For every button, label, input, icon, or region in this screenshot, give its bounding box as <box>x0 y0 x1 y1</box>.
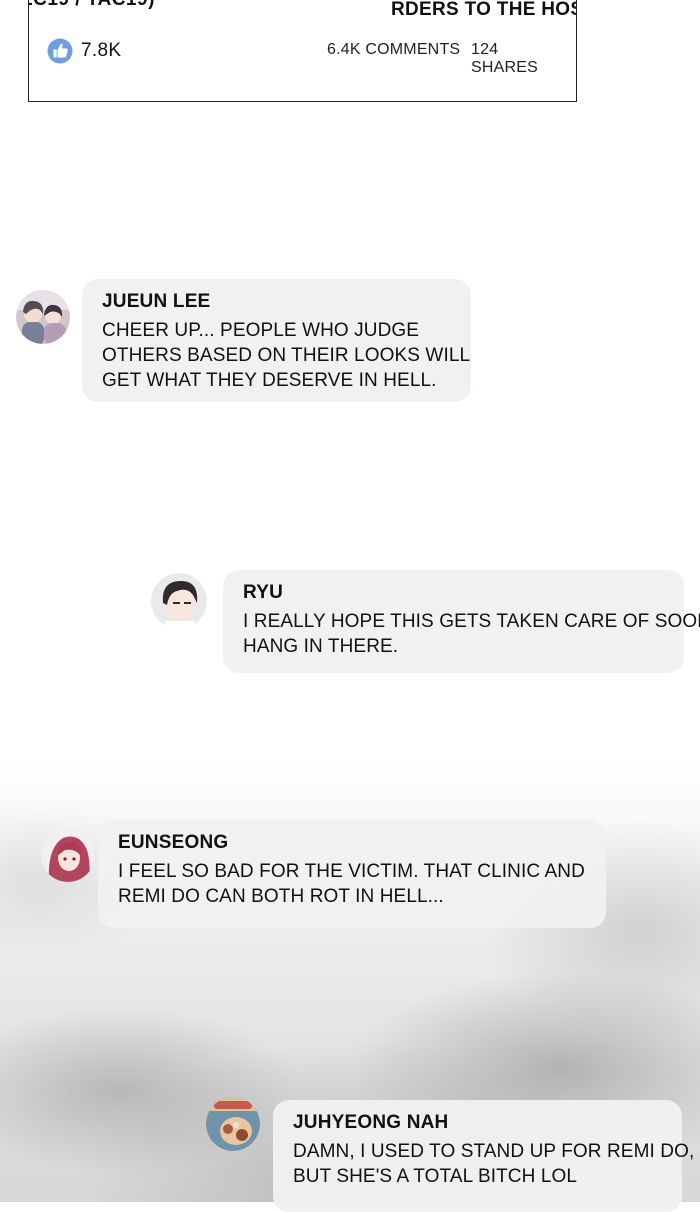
avatar[interactable] <box>206 1097 260 1151</box>
commenter-name[interactable]: RYU <box>243 582 666 604</box>
comment-line: CHEER UP... PEOPLE WHO JUDGE <box>102 320 420 341</box>
comment-line: I REALLY HOPE THIS GETS TAKEN CARE OF SO… <box>243 611 700 632</box>
comment-bubble: EUNSEONG I FEEL SO BAD FOR THE VICTIM. T… <box>98 820 606 928</box>
comments-count[interactable]: 6.4K COMMENTS <box>327 41 460 59</box>
comment-line: DAMN, I USED TO STAND UP FOR REMI DO, <box>293 1141 695 1162</box>
comment-line: GET WHAT THEY DESERVE IN HELL. <box>102 370 437 391</box>
avatar[interactable] <box>41 828 95 882</box>
comment-bubble: RYU I REALLY HOPE THIS GETS TAKEN CARE O… <box>223 570 700 673</box>
thumbs-up-icon[interactable] <box>47 38 73 64</box>
comment-line: I FEEL SO BAD FOR THE VICTIM. THAT CLINI… <box>118 861 585 882</box>
commenter-name[interactable]: JUEUN LEE <box>102 291 453 313</box>
comment-line: OTHERS BASED ON THEIR LOOKS WILL <box>102 345 471 366</box>
like-count: 7.8K <box>81 40 122 61</box>
post-title-fragment-left: LC19 / TAC19) <box>29 0 155 11</box>
comment-text: CHEER UP... PEOPLE WHO JUDGE OTHERS BASE… <box>102 318 471 393</box>
post-title-fragment-right: RDERS TO THE HOSP <box>391 0 577 20</box>
shares-count[interactable]: 124 SHARES <box>471 41 567 77</box>
commenter-name[interactable]: EUNSEONG <box>118 832 588 854</box>
post-card: LC19 / TAC19) RDERS TO THE HOSP 7.8K 6.4… <box>28 0 577 102</box>
avatar[interactable] <box>16 290 70 344</box>
comment-text: I FEEL SO BAD FOR THE VICTIM. THAT CLINI… <box>118 859 588 909</box>
comment-bubble: JUHYEONG NAH DAMN, I USED TO STAND UP FO… <box>273 1100 695 1212</box>
comment-text: I REALLY HOPE THIS GETS TAKEN CARE OF SO… <box>243 609 700 659</box>
comment-line: REMI DO CAN BOTH ROT IN HELL... <box>118 886 444 907</box>
commenter-name[interactable]: JUHYEONG NAH <box>293 1112 664 1134</box>
comment-bubble: JUEUN LEE CHEER UP... PEOPLE WHO JUDGE O… <box>82 279 471 402</box>
comment-text: DAMN, I USED TO STAND UP FOR REMI DO, BU… <box>293 1139 695 1189</box>
comment-line: HANG IN THERE. <box>243 636 399 657</box>
avatar[interactable] <box>151 573 207 629</box>
post-stats-row: 7.8K 6.4K COMMENTS 124 SHARES <box>47 37 567 76</box>
comment-line: BUT SHE'S A TOTAL BITCH LOL <box>293 1166 578 1187</box>
